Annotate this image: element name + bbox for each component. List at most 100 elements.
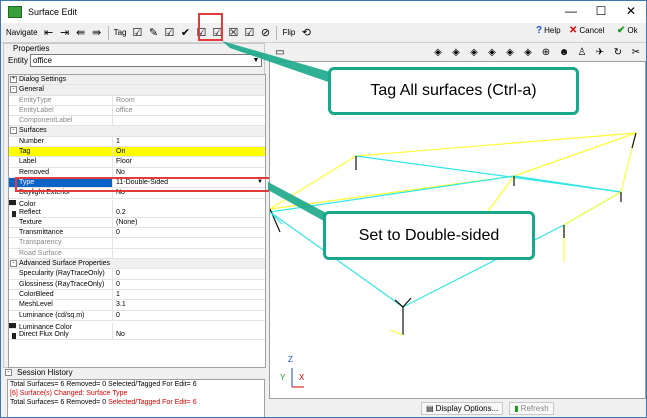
flip-icon[interactable]: ⟲ xyxy=(299,26,313,40)
property-value[interactable]: No xyxy=(113,330,265,339)
title-bar: Surface Edit — ☐ ✕ xyxy=(1,1,646,23)
property-value[interactable]: 1 xyxy=(113,290,265,299)
collapse-icon[interactable]: - xyxy=(10,259,17,267)
property-value[interactable] xyxy=(113,116,265,125)
chevron-down-icon[interactable]: ▼ xyxy=(251,55,261,66)
property-row[interactable]: Luminance Color&H333333& xyxy=(9,322,113,339)
property-category[interactable]: - Surfaces xyxy=(9,126,265,137)
tag-pencil-icon[interactable]: ✎ xyxy=(146,26,160,40)
property-category[interactable]: - General xyxy=(9,85,265,96)
property-value[interactable]: 0 xyxy=(113,269,265,278)
property-value[interactable]: On xyxy=(113,147,265,157)
property-value[interactable]: Floor xyxy=(113,157,265,166)
property-value[interactable]: 3.1 xyxy=(113,300,265,309)
property-value[interactable]: Room xyxy=(113,96,265,105)
property-value[interactable] xyxy=(113,238,265,247)
view-right-icon[interactable]: ◈ xyxy=(485,45,499,59)
property-row[interactable]: Label Floor xyxy=(9,157,265,168)
property-row[interactable]: Transmittance 0 xyxy=(9,228,265,239)
ok-button[interactable]: ✔ Ok xyxy=(617,25,638,36)
properties-group: Properties Entity office ▼ + Dialog Setti… xyxy=(3,43,266,368)
prev-icon[interactable]: ⇚ xyxy=(74,26,88,40)
help-button[interactable]: ? Help xyxy=(536,25,561,36)
property-row[interactable]: MeshLevel 3.1 xyxy=(9,300,265,311)
refresh-button[interactable]: ▮ Refresh xyxy=(509,401,554,415)
view-back-icon[interactable]: ◈ xyxy=(503,45,517,59)
property-row[interactable]: EntityType Room xyxy=(9,95,265,106)
property-key-text: Glossiness (RayTraceOnly) xyxy=(19,280,105,288)
tag-check-icon[interactable]: ✔ xyxy=(178,26,192,40)
property-row[interactable]: Specularity (RayTraceOnly) 0 xyxy=(9,269,265,280)
entity-label: Entity xyxy=(8,56,29,65)
view-status-bar: ▤ Display Options... ▮ Refresh xyxy=(269,399,646,417)
tag-toggle-icon[interactable]: ☒ xyxy=(226,26,240,40)
tag-all-callout-text: Tag All surfaces (Ctrl-a) xyxy=(370,82,537,99)
axis-y-label: Y xyxy=(280,373,286,382)
tag-invert-icon[interactable]: ☑ xyxy=(242,26,256,40)
property-row[interactable]: Reflect 0.2 xyxy=(9,207,265,218)
view-front-icon[interactable]: ◈ xyxy=(449,45,463,59)
property-row[interactable]: Texture (None) xyxy=(9,217,265,229)
property-key-text: ComponentLabel xyxy=(19,117,73,125)
property-row[interactable]: ComponentLabel xyxy=(9,116,265,127)
property-value[interactable]: office xyxy=(113,106,265,115)
history-text-red: Selected/Tagged For Edit= 6 xyxy=(108,399,197,406)
next-icon[interactable]: ⇥ xyxy=(58,26,72,40)
property-row[interactable]: Tag On xyxy=(9,147,265,158)
pan-icon[interactable]: ▭ xyxy=(273,45,287,59)
rotate-icon[interactable]: ↻ xyxy=(611,45,625,59)
property-key: MeshLevel xyxy=(9,300,113,310)
session-history-log[interactable]: Total Surfaces= 6 Removed= 0 Selected/Ta… xyxy=(7,379,265,417)
session-history-header[interactable]: - Session History xyxy=(5,368,73,377)
view-left-icon[interactable]: ◈ xyxy=(467,45,481,59)
collapse-icon[interactable]: - xyxy=(10,127,17,135)
orbit-icon[interactable]: ☻ xyxy=(557,45,571,59)
property-row[interactable]: ColorBleed 1 xyxy=(9,289,265,301)
property-value[interactable]: 0.2 xyxy=(113,208,265,217)
collapse-icon[interactable]: - xyxy=(5,369,12,376)
view-iso-icon[interactable]: ◈ xyxy=(521,45,535,59)
cut-icon[interactable]: ✂ xyxy=(629,45,643,59)
walk-icon[interactable]: ♙ xyxy=(575,45,589,59)
property-value[interactable] xyxy=(113,249,265,258)
tag-all-icon[interactable]: ☑ xyxy=(210,26,224,40)
cancel-button[interactable]: ✕ Cancel xyxy=(569,25,604,36)
property-row[interactable]: Color&H333333& xyxy=(9,200,113,217)
tag-surface-icon[interactable]: ☑ xyxy=(130,26,144,40)
fly-icon[interactable]: ✈ xyxy=(593,45,607,59)
close-window-button[interactable]: ✕ xyxy=(616,1,646,23)
property-row[interactable]: Transparency xyxy=(9,238,265,249)
property-value[interactable]: (None) xyxy=(113,218,265,227)
entity-select[interactable]: office ▼ xyxy=(30,54,262,67)
first-icon[interactable]: ⇤ xyxy=(42,26,56,40)
property-row[interactable]: Number 1 xyxy=(9,136,265,148)
property-key-text: EntityLabel xyxy=(19,106,54,114)
last-icon[interactable]: ⇛ xyxy=(90,26,104,40)
property-value[interactable]: 0 xyxy=(113,228,265,237)
tag-all-callout: Tag All surfaces (Ctrl-a) xyxy=(328,67,579,115)
untag-all-icon[interactable]: ⊘ xyxy=(258,26,272,40)
property-value[interactable]: 0 xyxy=(113,311,265,320)
property-key-text: MeshLevel xyxy=(19,301,53,309)
tag-box-icon[interactable]: ☑ xyxy=(194,26,208,40)
view-top-icon[interactable]: ◈ xyxy=(431,45,445,59)
property-value-text: (None) xyxy=(116,218,138,226)
property-value[interactable]: No xyxy=(113,168,265,177)
minimize-button[interactable]: — xyxy=(556,1,586,23)
property-row[interactable]: Luminance (cd/sq.m) 0 xyxy=(9,310,265,321)
tag-next-icon[interactable]: ☑ xyxy=(162,26,176,40)
property-value[interactable]: 0 xyxy=(113,280,265,289)
collapse-icon[interactable]: - xyxy=(10,85,17,93)
property-row[interactable]: Direct Flux Only No xyxy=(9,329,265,341)
property-category[interactable]: + Dialog Settings xyxy=(9,75,265,86)
property-category[interactable]: - Advanced Surface Properties xyxy=(9,259,265,270)
property-value-text: 0 xyxy=(116,229,120,237)
display-options-button[interactable]: ▤ Display Options... xyxy=(421,401,504,415)
zoom-icon[interactable]: ⊕ xyxy=(539,45,553,59)
property-row[interactable]: Glossiness (RayTraceOnly) 0 xyxy=(9,279,265,290)
property-row[interactable]: EntityLabel office xyxy=(9,105,265,117)
maximize-button[interactable]: ☐ xyxy=(586,1,616,23)
property-value[interactable]: 1 xyxy=(113,137,265,146)
property-row[interactable]: Road Surface xyxy=(9,248,265,260)
expand-icon[interactable]: + xyxy=(10,75,17,83)
